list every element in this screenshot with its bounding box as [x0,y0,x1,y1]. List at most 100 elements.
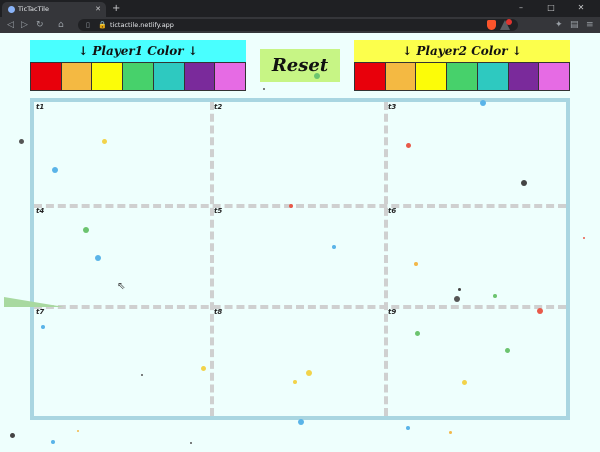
back-icon[interactable]: ◁ [7,17,14,33]
particle-dot [10,433,15,438]
game-board: t1 t2 t3 t4 t5 t6 t7 t8 t9 [30,98,570,420]
reset-button[interactable]: Reset [260,49,340,82]
grid-divider-vertical [384,102,388,416]
player2-swatch-yellow[interactable] [416,63,448,91]
board-cell-t8[interactable]: t8 [212,307,386,416]
cell-label: t3 [388,103,397,111]
player1-swatch-red[interactable] [30,63,62,91]
cell-label: t9 [388,308,397,316]
particle-dot [306,370,312,376]
address-bar[interactable]: ▯ 🔒 tictactile.netlify.app [78,19,518,31]
player1-swatch-green[interactable] [123,63,154,91]
particle-dot [263,88,265,90]
particle-dot [480,100,486,106]
particle-dot [449,431,452,434]
cell-label: t7 [36,308,45,316]
particle-dot [51,440,55,444]
board-cell-t7[interactable]: t7 [34,307,212,416]
favicon-icon [8,6,15,13]
particle-dot [462,380,467,385]
cell-label: t5 [214,207,223,215]
particle-dot [77,430,79,432]
player1-swatch-yellow[interactable] [92,63,124,91]
particle-dot [41,325,45,329]
grid-divider-horizontal [34,305,566,309]
tab-title: TicTacTile [18,5,49,13]
player1-swatch-orange[interactable] [61,63,93,91]
board-cell-t1[interactable]: t1 [34,102,212,206]
particle-dot [458,288,461,291]
player2-swatch-pink[interactable] [539,63,571,91]
board-cell-t6[interactable]: t6 [386,206,566,307]
particle-dot [314,73,320,79]
url-text[interactable]: tictactile.netlify.app [110,19,174,31]
player1-swatch-row [30,62,247,91]
particle-dot [190,442,192,444]
particle-dot [521,180,527,186]
particle-dot [293,380,297,384]
mouse-cursor-icon: ⇖ [117,281,126,292]
player1-swatch-pink[interactable] [215,63,247,91]
player2-swatch-teal[interactable] [477,63,509,91]
cell-label: t8 [214,308,223,316]
lock-icon: 🔒 [98,21,107,29]
board-cell-t2[interactable]: t2 [212,102,386,206]
close-window-button[interactable]: ✕ [568,0,594,17]
particle-dot [141,374,143,376]
tab-close-icon[interactable]: ✕ [95,2,101,17]
grid-divider-vertical [210,102,214,416]
particle-dot [415,331,420,336]
particle-dot [52,167,58,173]
player2-swatch-purple[interactable] [508,63,540,91]
board-cell-t3[interactable]: t3 [386,102,566,206]
player2-swatch-red[interactable] [354,63,386,91]
home-icon[interactable]: ⌂ [58,17,64,33]
cell-label: t1 [36,103,45,111]
particle-dot [454,296,460,302]
player2-swatch-row [354,62,571,91]
forward-icon[interactable]: ▷ [21,17,28,33]
player1-swatch-teal[interactable] [153,63,185,91]
extensions-icon[interactable]: ✦ [555,17,563,33]
cell-label: t6 [388,207,397,215]
particle-dot [406,143,411,148]
particle-dot [406,426,410,430]
brave-shield-icon[interactable] [487,20,496,30]
player2-color-panel: ↓ Player2 Color ↓ [354,40,571,91]
particle-dot [505,348,510,353]
game-page: ↓ Player1 Color ↓ Reset ↓ Player2 Color … [0,33,600,452]
player1-swatch-purple[interactable] [184,63,216,91]
particle-dot [414,262,418,266]
cell-label: t2 [214,103,223,111]
browser-title-bar: TicTacTile ✕ + – □ ✕ [0,0,600,17]
board-cell-t5[interactable]: t5 [212,206,386,307]
browser-toolbar: ◁ ▷ ↻ ⌂ ▯ 🔒 tictactile.netlify.app ✦ ▤ ≡ [0,17,600,33]
particle-dot [19,139,24,144]
grid-divider-horizontal [34,204,566,208]
player2-swatch-green[interactable] [447,63,478,91]
particle-dot [102,139,107,144]
particle-dot [583,237,585,239]
particle-dot [298,419,304,425]
particle-dot [332,245,336,249]
player2-color-header: ↓ Player2 Color ↓ [354,40,570,62]
particle-dot [95,255,101,261]
rewards-badge [506,19,512,25]
particle-dot [537,308,543,314]
sidebar-icon[interactable]: ▤ [570,17,579,33]
particle-dot [201,366,206,371]
bookmark-icon[interactable]: ▯ [86,19,90,31]
player1-color-header: ↓ Player1 Color ↓ [30,40,246,62]
maximize-button[interactable]: □ [538,0,564,17]
minimize-button[interactable]: – [508,0,534,17]
particle-dot [289,204,293,208]
board-cell-t9[interactable]: t9 [386,307,566,416]
menu-icon[interactable]: ≡ [586,17,594,33]
reload-icon[interactable]: ↻ [36,17,44,33]
player2-swatch-orange[interactable] [385,63,417,91]
browser-tab[interactable]: TicTacTile ✕ [2,2,106,17]
new-tab-button[interactable]: + [112,1,120,16]
particle-dot [493,294,497,298]
particle-dot [83,227,89,233]
player1-color-panel: ↓ Player1 Color ↓ [30,40,247,91]
